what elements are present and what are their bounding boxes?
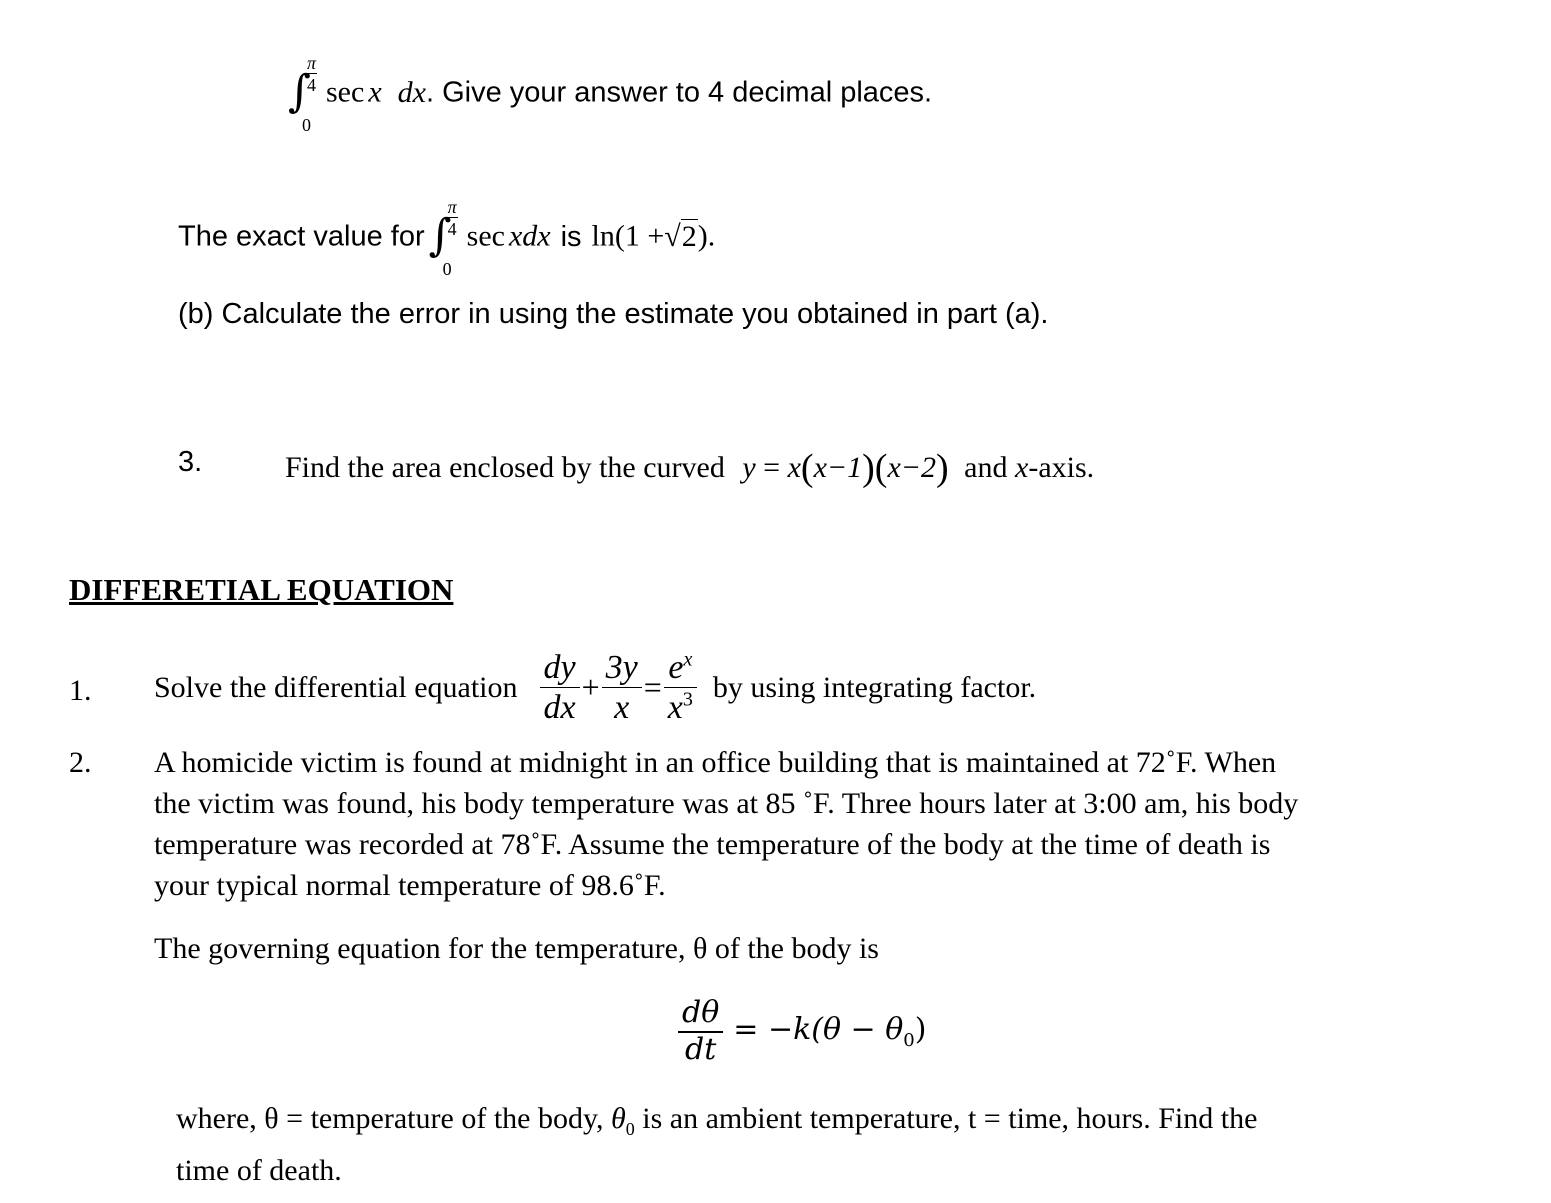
question-3-prompt: Find the area enclosed by the curved: [285, 451, 725, 484]
governing-equation: dθ dt = −k(θ − θ0): [676, 995, 927, 1067]
fraction-dy-dx: dy dx: [539, 648, 580, 727]
equation-lhs: y: [742, 451, 756, 484]
governing-equation-intro: The governing equation for the temperatu…: [154, 932, 879, 965]
exact-value-prefix: The exact value for: [178, 220, 425, 253]
result-prefix: ln(1 +: [591, 219, 665, 253]
de-question-2-number: 2.: [69, 746, 92, 779]
where-text-line-2: time of death.: [176, 1154, 342, 1187]
de-question-1-number: 1.: [69, 674, 92, 707]
plus-sign: +: [581, 669, 600, 706]
equation-rhs: = −k(θ − θ0): [733, 1012, 927, 1051]
radicand: 2: [680, 218, 698, 253]
where-clause: where, θ = temperature of the body, θ0 i…: [176, 1098, 1257, 1191]
body-line: A homicide victim is found at midnight i…: [154, 746, 1277, 779]
lower-limit: 0: [302, 115, 311, 135]
lower-limit: 0: [442, 259, 452, 279]
de-question-1-suffix: by using integrating factor.: [712, 670, 1037, 704]
upper-limit-numerator: π: [446, 197, 458, 218]
part-a-instruction: . Give your answer to 4 decimal places.: [425, 76, 933, 109]
part-b-question: (b) Calculate the error in using the est…: [178, 298, 1049, 330]
radical-sign-icon: √: [664, 219, 681, 253]
question-3-text: Find the area enclosed by the curved y =…: [285, 447, 1095, 489]
differential: dx: [397, 75, 426, 109]
integrand: sec: [466, 219, 505, 253]
is-word: is: [560, 220, 582, 253]
fraction-dtheta-dt: dθ dt: [678, 995, 724, 1067]
definite-integral: ∫ π4 0: [288, 54, 322, 135]
section-heading: DIFFERETIAL EQUATION: [69, 572, 454, 607]
integrand: sec: [326, 75, 365, 109]
axis-variable: x: [1015, 451, 1029, 484]
body-line: temperature was recorded at 78˚F. Assume…: [154, 828, 1271, 861]
question-3-number: 3.: [178, 446, 203, 478]
ambient-symbol: θ0: [611, 1102, 635, 1139]
de-question-2-body: A homicide victim is found at midnight i…: [154, 742, 1298, 906]
body-line: your typical normal temperature of 98.6˚…: [154, 869, 666, 902]
exact-value-statement: The exact value for ∫ π4 0 sec xdx is ln…: [178, 198, 716, 279]
de-question-1: Solve the differential equation dy dx + 3…: [154, 648, 1036, 727]
integrand-variable: x: [368, 75, 382, 109]
and-word: and: [964, 451, 1008, 484]
square-root: √2: [664, 218, 698, 254]
part-a-question-tail: ∫ π4 0 sec x dx. Give your answer to 4 d…: [288, 54, 933, 135]
fraction-3y-x: 3y x: [601, 648, 642, 727]
equals-sign: =: [643, 669, 662, 706]
axis-word: -axis.: [1028, 451, 1095, 484]
where-text-a: where, θ = temperature of the body,: [176, 1102, 604, 1135]
fraction-ex-x3: ex x3: [663, 648, 697, 727]
upper-limit-denominator: 4: [307, 75, 317, 95]
equation-factor-1: x−1: [813, 451, 863, 484]
result-suffix: ).: [697, 219, 716, 253]
equation-equals: =: [763, 451, 781, 484]
definite-integral: ∫ π4 0: [429, 198, 463, 279]
upper-limit-numerator: π: [306, 53, 318, 74]
upper-limit-denominator: 4: [447, 219, 457, 239]
equation-factor-2: x−2: [887, 451, 937, 484]
where-text-b: is an ambient temperature, t = time, hou…: [642, 1102, 1258, 1135]
integrand-variable: xdx: [508, 219, 551, 253]
de-question-1-prompt: Solve the differential equation: [154, 670, 518, 704]
body-line: the victim was found, his body temperatu…: [154, 787, 1299, 820]
equation-x: x: [787, 451, 801, 484]
